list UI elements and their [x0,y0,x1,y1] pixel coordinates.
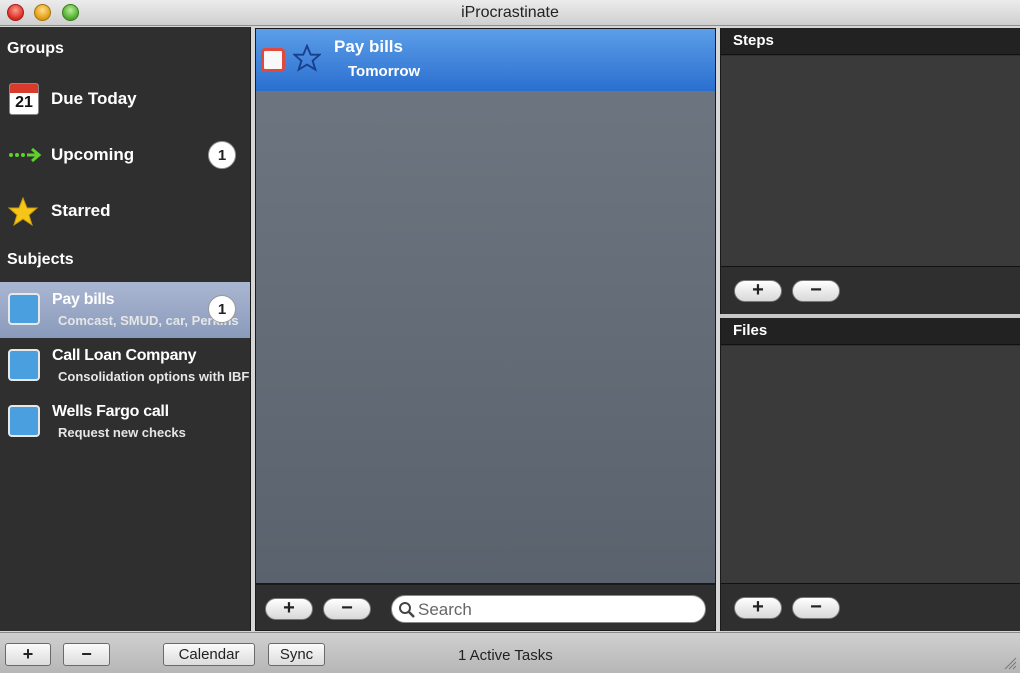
bottom-bar: + − Calendar Sync 1 Active Tasks [0,632,1020,673]
add-task-button[interactable]: + [265,598,313,620]
subject-item-call-loan-company[interactable]: Call Loan Company Consolidation options … [0,338,250,394]
groups-header: Groups [7,40,64,57]
group-label: Due Today [51,89,137,108]
group-due-today[interactable]: 21 Due Today [0,77,250,121]
add-step-button[interactable]: + [734,280,782,302]
title-bar: iProcrastinate [0,0,1020,26]
remove-task-button[interactable]: − [323,598,371,620]
task-row[interactable]: Pay bills Tomorrow [256,29,715,91]
sync-button[interactable]: Sync [268,643,325,666]
add-file-button[interactable]: + [734,597,782,619]
remove-file-button[interactable]: − [792,597,840,619]
task-due-date: Tomorrow [348,63,421,80]
remove-step-button[interactable]: − [792,280,840,302]
remove-subject-button[interactable]: − [63,643,110,666]
files-title: Files [733,322,768,339]
search-icon [399,602,415,618]
group-label: Starred [51,201,111,220]
star-icon [8,197,38,227]
subject-title: Pay bills [52,291,115,308]
steps-header: Steps [721,28,1020,55]
steps-title: Steps [733,32,774,49]
add-subject-button[interactable]: + [5,643,51,666]
steps-panel: Steps + − [720,28,1020,314]
steps-list[interactable] [721,56,1020,267]
subject-color-swatch [8,293,40,325]
search-field[interactable] [391,595,706,623]
files-header: Files [721,318,1020,345]
files-list[interactable] [721,346,1020,584]
subject-item-wells-fargo-call[interactable]: Wells Fargo call Request new checks [0,394,250,450]
star-outline-icon[interactable] [293,44,321,72]
files-panel: Files + − [720,318,1020,631]
subject-title: Call Loan Company [52,347,197,364]
arrow-icon [9,147,42,163]
subject-subtitle: Consolidation options with IBF [58,369,250,384]
sidebar: Groups 21 Due Today Upcoming 1 Starred S… [0,27,251,631]
calendar-icon: 21 [9,83,39,115]
task-list: Pay bills Tomorrow [255,28,716,584]
group-upcoming[interactable]: Upcoming 1 [0,133,250,177]
subject-subtitle: Request new checks [58,425,186,440]
task-title: Pay bills [334,37,403,56]
group-label: Upcoming [51,145,135,164]
status-text: 1 Active Tasks [458,647,553,664]
search-input[interactable] [418,599,698,621]
group-starred[interactable]: Starred [0,189,250,233]
calendar-button[interactable]: Calendar [163,643,255,666]
window-title: iProcrastinate [461,4,559,21]
subject-color-swatch [8,405,40,437]
subject-item-pay-bills[interactable]: Pay bills Comcast, SMUD, car, Perkins 1 [0,282,250,338]
resize-grip-icon[interactable] [1003,656,1017,670]
count-badge: 1 [208,295,236,323]
task-toolbar: + − [255,584,716,631]
count-badge: 1 [208,141,236,169]
subject-title: Wells Fargo call [52,403,169,420]
task-checkbox[interactable] [261,48,285,72]
subject-color-swatch [8,349,40,381]
subjects-header: Subjects [7,251,74,268]
